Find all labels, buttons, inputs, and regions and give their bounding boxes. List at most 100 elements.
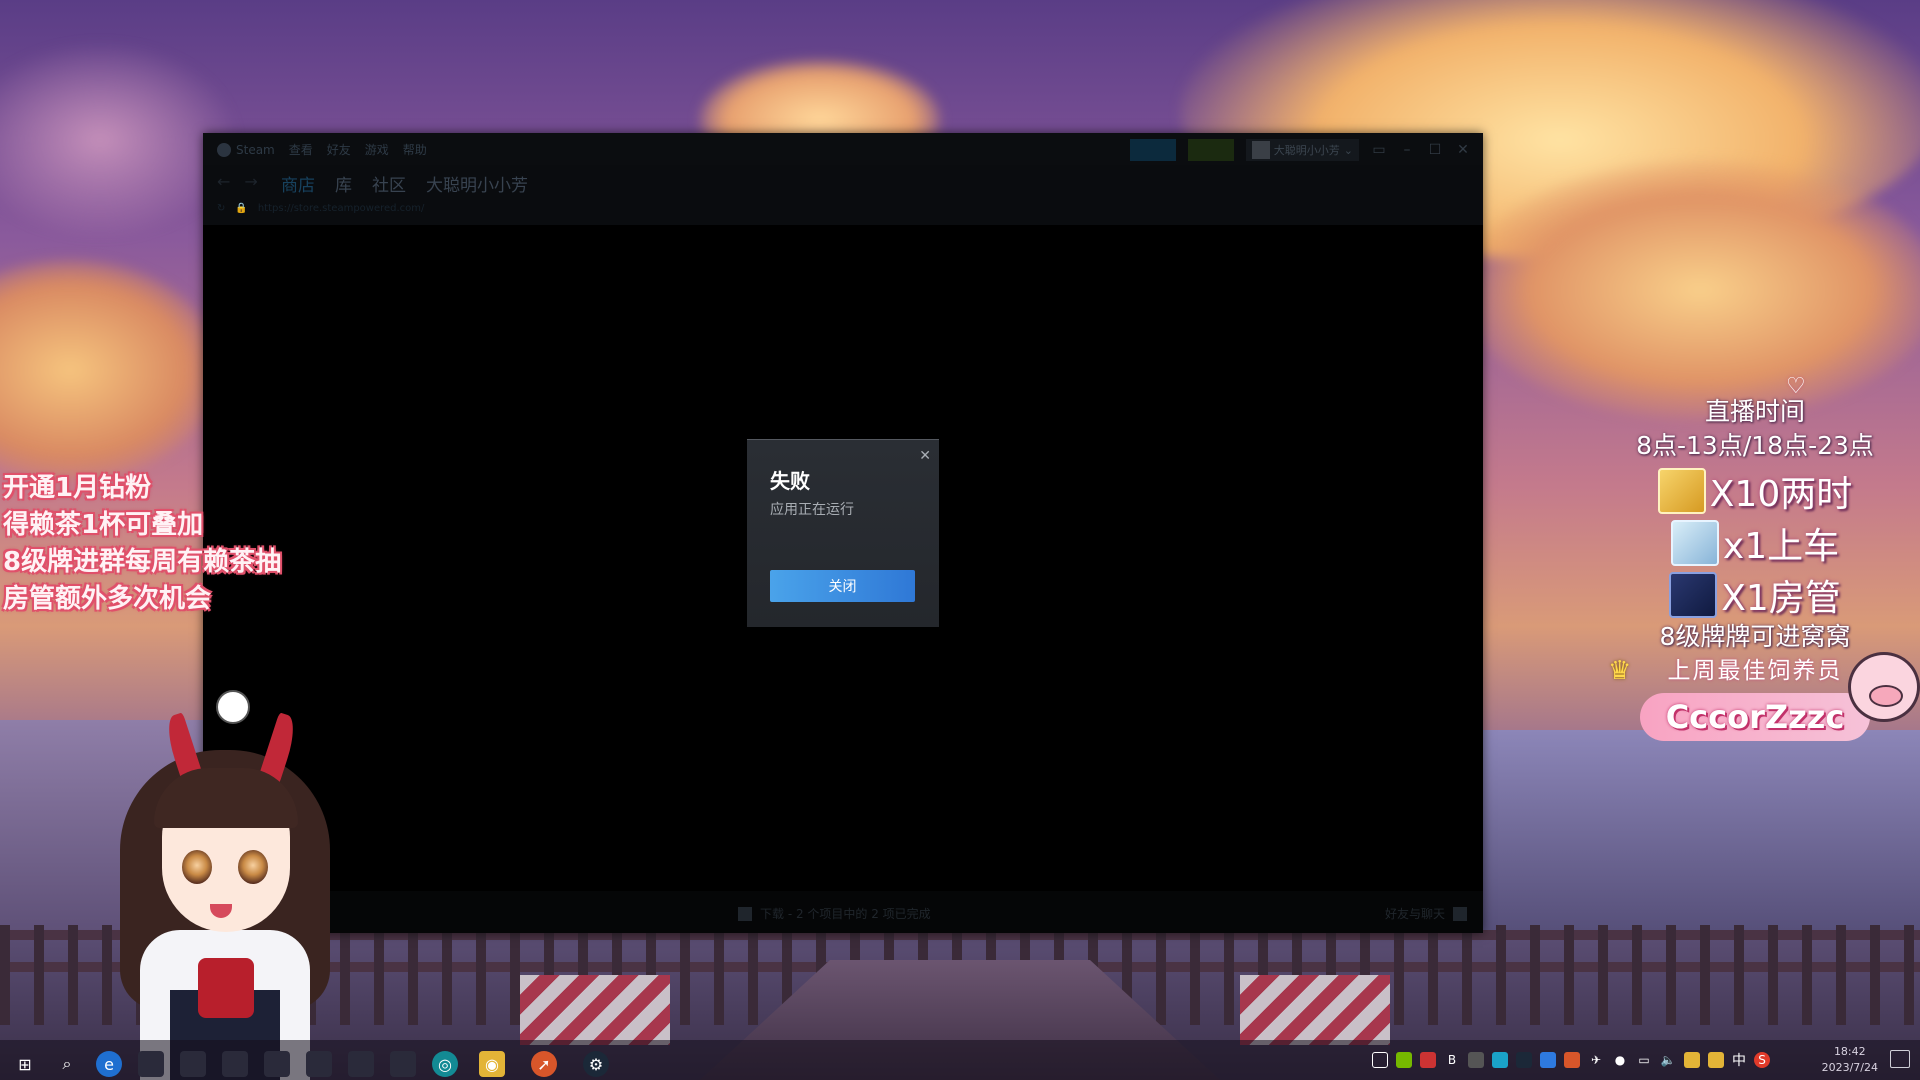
notifications-button[interactable] xyxy=(1187,139,1234,161)
dialog-message: 应用正在运行 xyxy=(770,502,854,518)
clock-date: 2023/7/24 xyxy=(1821,1061,1878,1074)
account-name: 大聪明小小芳 xyxy=(1273,144,1340,157)
reward-row: x1上车 xyxy=(1600,519,1910,567)
steam-tray-icon[interactable] xyxy=(1516,1052,1532,1068)
app-icon[interactable] xyxy=(180,1051,206,1077)
tray-icon[interactable] xyxy=(1540,1052,1556,1068)
promo-line: 8级牌进群每周有赖茶抽 xyxy=(3,547,282,577)
avatar xyxy=(1251,141,1270,159)
menu-friends[interactable]: 好友 xyxy=(327,141,351,158)
volume-icon[interactable]: 🔈 xyxy=(1660,1052,1676,1068)
teal-app-icon[interactable]: ◎ xyxy=(432,1051,458,1077)
steam-logo-icon xyxy=(217,142,231,157)
tab-community[interactable]: 社区 xyxy=(372,171,406,196)
promo-line: 开通1月钻粉 xyxy=(3,473,152,503)
app-icon[interactable] xyxy=(264,1051,290,1077)
level-note: 8级牌牌可进窝窝 xyxy=(1659,622,1851,651)
close-icon[interactable]: ✕ xyxy=(919,448,931,464)
reward-text: X10两时 xyxy=(1709,474,1853,515)
announcements-button[interactable] xyxy=(1129,139,1176,161)
steam-menu: Steam 查看 好友 游戏 帮助 xyxy=(217,141,427,158)
tray-icon[interactable] xyxy=(1372,1052,1388,1068)
bow-icon xyxy=(198,958,254,1018)
tray-icon[interactable] xyxy=(1492,1052,1508,1068)
tab-library[interactable]: 库 xyxy=(335,171,352,196)
stream-promo-text: 开通1月钻粉 得赖茶1杯可叠加 8级牌进群每周有赖茶抽 房管额外多次机会 xyxy=(3,470,281,618)
friends-chat-label: 好友与聊天 xyxy=(1384,907,1445,921)
owl-app-icon[interactable]: ◉ xyxy=(474,1046,510,1080)
tray-icon[interactable]: ✈ xyxy=(1588,1052,1604,1068)
app-icon[interactable] xyxy=(306,1051,332,1077)
rocket-icon xyxy=(1669,572,1718,618)
steam-titlebar: Steam 查看 好友 游戏 帮助 大聪明小小芳 ⌄ ▭ – ☐ ✕ xyxy=(203,133,1483,165)
notification-center-icon[interactable] xyxy=(1890,1050,1910,1068)
reward-text: x1上车 xyxy=(1722,526,1840,567)
clock[interactable]: 18:42 2023/7/24 xyxy=(1822,1044,1878,1076)
tab-profile[interactable]: 大聪明小小芳 xyxy=(426,171,528,196)
dialog-title: 失败 xyxy=(770,469,810,493)
edge-browser-icon[interactable]: e xyxy=(96,1051,122,1077)
tray-icon[interactable] xyxy=(1684,1052,1700,1068)
app-icon[interactable] xyxy=(390,1051,416,1077)
vtuber-avatar xyxy=(110,690,340,1080)
friends-chat-button[interactable]: 好友与聊天 xyxy=(1385,905,1467,922)
halo-icon xyxy=(216,690,250,724)
crown-icon: ♛ xyxy=(1608,656,1632,686)
back-arrow-icon[interactable]: ← xyxy=(217,172,230,191)
system-tray: B ✈ ● ▭ 🔈 中 S xyxy=(1372,1050,1770,1070)
tray-icon[interactable] xyxy=(1420,1052,1436,1068)
chevron-down-icon: ⌄ xyxy=(1343,143,1353,157)
gold-ticket-icon xyxy=(1657,468,1706,514)
error-dialog: ✕ 失败 应用正在运行 关闭 xyxy=(747,439,939,627)
schedule-hours: 8点-13点/18点-23点 xyxy=(1636,431,1874,460)
plane-icon xyxy=(1670,520,1719,566)
forward-arrow-icon[interactable]: → xyxy=(244,172,257,191)
account-menu[interactable]: 大聪明小小芳 ⌄ xyxy=(1245,139,1359,161)
pig-mascot-icon xyxy=(1848,652,1920,722)
promo-line: 得赖茶1杯可叠加 xyxy=(3,510,204,540)
minimize-button[interactable]: – xyxy=(1399,142,1415,158)
clock-time: 18:42 xyxy=(1833,1045,1866,1058)
best-feeder-name: CccorZzzc xyxy=(1640,693,1870,741)
reward-row: X10两时 xyxy=(1600,467,1910,515)
menu-help[interactable]: 帮助 xyxy=(403,141,427,158)
nav-tabs: 商店 库 社区 大聪明小小芳 xyxy=(281,171,528,196)
lock-icon: 🔒 xyxy=(235,203,248,214)
ime-indicator[interactable]: 中 xyxy=(1732,1050,1746,1070)
menu-games[interactable]: 游戏 xyxy=(365,141,389,158)
orange-app-icon[interactable]: ➚ xyxy=(526,1046,562,1080)
network-icon[interactable]: ▭ xyxy=(1636,1052,1652,1068)
url-bar: ↻ 🔒 https://store.steampowered.com/ xyxy=(217,203,424,214)
promo-line: 房管额外多次机会 xyxy=(3,584,212,614)
app-icon[interactable] xyxy=(348,1051,374,1077)
tray-icon[interactable] xyxy=(1708,1052,1724,1068)
steam-footer: 下载 - 2 个项目中的 2 项已完成 好友与聊天 xyxy=(203,891,1483,933)
maximize-button[interactable]: ☐ xyxy=(1427,142,1443,158)
steam-menu-item[interactable]: Steam xyxy=(217,141,275,158)
steam-taskbar-icon[interactable]: ⚙ xyxy=(578,1046,614,1080)
chat-plus-icon xyxy=(1453,906,1467,921)
close-window-button[interactable]: ✕ xyxy=(1455,142,1471,158)
microphone-icon[interactable]: ● xyxy=(1612,1052,1628,1068)
menu-view[interactable]: 查看 xyxy=(289,141,313,158)
tray-icon[interactable]: B xyxy=(1444,1052,1460,1068)
tab-store[interactable]: 商店 xyxy=(281,171,315,196)
url-text: https://store.steampowered.com/ xyxy=(257,203,425,214)
tray-icon[interactable] xyxy=(1468,1052,1484,1068)
download-status[interactable]: 下载 - 2 个项目中的 2 项已完成 xyxy=(738,905,931,922)
nvidia-icon[interactable] xyxy=(1396,1052,1412,1068)
taskbar: ⊞ ⌕ e ◎ ◉ ➚ ⚙ B ✈ ● ▭ 🔈 中 S 18:42 2023/7… xyxy=(0,1040,1920,1080)
schedule-title: 直播时间 xyxy=(1704,397,1805,426)
app-icon[interactable] xyxy=(222,1051,248,1077)
close-button[interactable]: 关闭 xyxy=(770,570,915,602)
sogou-icon[interactable]: S xyxy=(1754,1052,1770,1068)
big-picture-icon[interactable]: ▭ xyxy=(1371,142,1387,158)
reward-row: X1房管 xyxy=(1600,571,1910,619)
refresh-icon[interactable]: ↻ xyxy=(217,203,225,214)
tray-icon[interactable] xyxy=(1564,1052,1580,1068)
reward-text: X1房管 xyxy=(1721,578,1841,619)
download-status-text: 下载 - 2 个项目中的 2 项已完成 xyxy=(760,907,931,921)
search-icon[interactable]: ⌕ xyxy=(54,1051,80,1077)
windows-start-icon[interactable]: ⊞ xyxy=(12,1051,38,1077)
app-icon[interactable] xyxy=(138,1051,164,1077)
